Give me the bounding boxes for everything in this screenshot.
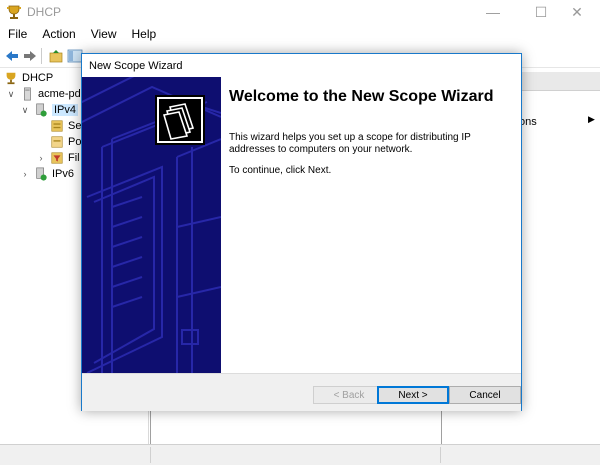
minimize-button[interactable]: — (470, 0, 516, 24)
tree-item-label: Fil (68, 152, 80, 164)
tree-item-label: acme-pdc (38, 88, 87, 100)
wizard-titlebar: New Scope Wizard (82, 54, 521, 77)
welcome-description: This wizard helps you set up a scope for… (229, 132, 471, 155)
window-title: DHCP (27, 5, 62, 19)
toolbar-separator (41, 48, 42, 64)
close-button[interactable]: ✕ (554, 0, 600, 24)
menu-view[interactable]: View (83, 24, 124, 44)
next-button[interactable]: Next > (377, 386, 449, 404)
back-arrow-icon[interactable] (4, 48, 20, 64)
ipv6-icon (36, 167, 47, 181)
tree-item-label: DHCP (22, 72, 54, 84)
expand-chevron-icon[interactable]: › (20, 169, 30, 179)
tree-item-ipv4[interactable]: ∨ IPv4 (20, 102, 79, 118)
options-icon (51, 120, 63, 132)
folder-wizard-icon (155, 95, 205, 145)
submenu-arrow-icon: ▶ (588, 114, 595, 124)
status-separator (150, 447, 151, 463)
wizard-footer: < Back Next > Cancel (82, 373, 521, 411)
wizard-content: Welcome to the New Scope Wizard This wiz… (221, 77, 521, 373)
status-separator (440, 447, 441, 463)
maximize-icon: ☐ (534, 3, 548, 20)
ipv4-icon (36, 103, 47, 117)
tree-item-server[interactable]: ∨ acme-pdc (6, 86, 86, 102)
welcome-heading: Welcome to the New Scope Wizard (229, 88, 494, 105)
tree-item-server-options[interactable]: Se (50, 118, 81, 134)
wizard-banner-graphic (82, 77, 221, 373)
menu-help[interactable]: Help (124, 24, 164, 44)
up-folder-icon[interactable] (48, 48, 64, 64)
back-button[interactable]: < Back (313, 386, 385, 404)
minimize-icon: — (486, 4, 500, 20)
cancel-button[interactable]: Cancel (449, 386, 521, 404)
expand-chevron-icon[interactable]: › (36, 153, 46, 163)
status-bar (0, 444, 600, 465)
menu-bar: File Action View Help (0, 24, 600, 44)
tree-item-label: Po (68, 136, 82, 148)
dhcp-trophy-icon (7, 5, 21, 19)
tree-item-filters[interactable]: › Fil (36, 150, 80, 166)
dhcp-trophy-icon (6, 72, 16, 85)
wizard-title: New Scope Wizard (89, 60, 183, 72)
policies-icon (51, 136, 63, 148)
tree-item-policies[interactable]: Po (50, 134, 81, 150)
collapse-chevron-icon[interactable]: ∨ (6, 89, 16, 100)
window-titlebar: DHCP — ☐ ✕ (0, 0, 600, 24)
close-icon: ✕ (571, 3, 583, 20)
tree-item-label: Se (68, 120, 82, 132)
tree-item-ipv6[interactable]: › IPv6 (20, 166, 74, 182)
continue-instruction: To continue, click Next. (229, 165, 332, 176)
menu-action[interactable]: Action (34, 24, 82, 44)
server-icon (24, 87, 31, 101)
tree-item-label: IPv6 (52, 168, 75, 180)
menu-file[interactable]: File (0, 24, 34, 44)
filters-icon (51, 152, 63, 164)
collapse-chevron-icon[interactable]: ∨ (20, 105, 30, 116)
tree-item-dhcp[interactable]: DHCP (4, 70, 53, 86)
new-scope-wizard-dialog: New Scope Wizard Welcome to the New Scop… (81, 53, 522, 411)
forward-arrow-icon[interactable] (22, 48, 38, 64)
tree-item-label: IPv4 (52, 104, 79, 116)
